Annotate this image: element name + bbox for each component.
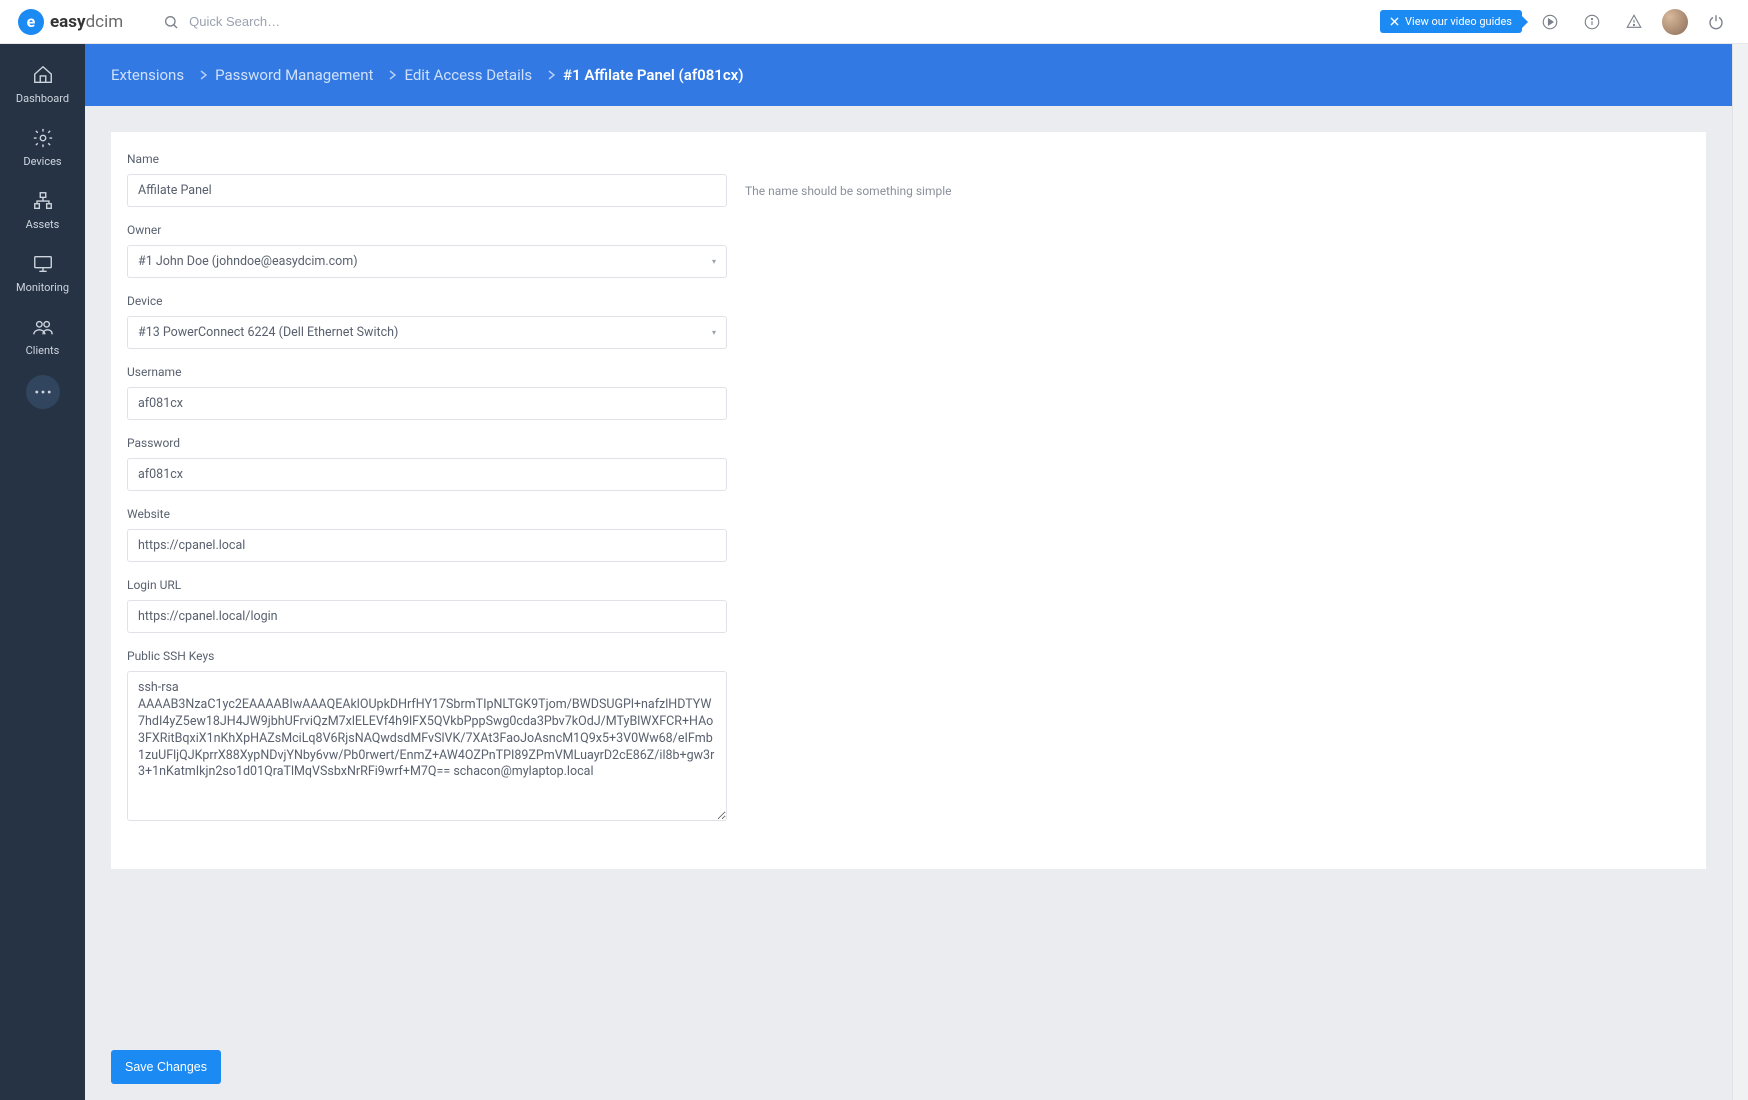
label-device: Device [127,294,1690,308]
label-username: Username [127,365,1690,379]
content: Name The name should be something simple… [85,106,1732,1034]
avatar[interactable] [1662,9,1688,35]
textarea-ssh[interactable] [127,671,727,821]
scrollbar[interactable] [1732,44,1748,1100]
top-right: View our video guides [1380,8,1730,36]
close-small-icon [1390,17,1399,26]
search-icon [163,14,179,30]
main: Extensions Password Management Edit Acce… [85,44,1732,1100]
select-owner[interactable]: #1 John Doe (johndoe@easydcim.com) ▾ [127,245,727,278]
sidebar-item-label: Clients [26,344,60,357]
input-name[interactable] [127,174,727,207]
input-username[interactable] [127,387,727,420]
field-login-url: Login URL [127,578,1690,633]
field-website: Website [127,507,1690,562]
select-device-value: #13 PowerConnect 6224 (Dell Ethernet Swi… [138,325,398,340]
chevron-right-icon [548,70,555,80]
label-ssh: Public SSH Keys [127,649,1690,663]
logo-mark-icon: e [18,9,44,35]
sidebar-item-clients[interactable]: Clients [0,306,85,367]
gear-icon [32,127,54,149]
field-owner: Owner #1 John Doe (johndoe@easydcim.com)… [127,223,1690,278]
field-device: Device #13 PowerConnect 6224 (Dell Ether… [127,294,1690,349]
more-horizontal-icon [35,390,51,394]
label-login-url: Login URL [127,578,1690,592]
sidebar-item-label: Dashboard [16,92,69,105]
caret-down-icon: ▾ [712,328,716,337]
search-input[interactable] [189,14,489,29]
chevron-right-icon [200,70,207,80]
input-website[interactable] [127,529,727,562]
chevron-right-icon [389,70,396,80]
video-guides-label: View our video guides [1405,15,1512,28]
logo[interactable]: e easydcim [18,9,123,35]
field-name: Name The name should be something simple [127,152,1690,207]
alert-triangle-icon[interactable] [1620,8,1648,36]
video-guides-button[interactable]: View our video guides [1380,10,1522,33]
info-circle-icon[interactable] [1578,8,1606,36]
field-username: Username [127,365,1690,420]
sidebar-item-monitoring[interactable]: Monitoring [0,243,85,304]
field-ssh: Public SSH Keys [127,649,1690,825]
crumb-extensions[interactable]: Extensions [111,66,184,84]
label-owner: Owner [127,223,1690,237]
power-icon[interactable] [1702,8,1730,36]
form-card: Name The name should be something simple… [111,132,1706,869]
search[interactable] [163,14,1380,30]
sidebar-item-devices[interactable]: Devices [0,117,85,178]
breadcrumb: Extensions Password Management Edit Acce… [85,44,1732,106]
save-button[interactable]: Save Changes [111,1050,221,1084]
select-device[interactable]: #13 PowerConnect 6224 (Dell Ethernet Swi… [127,316,727,349]
logo-bold: easy [50,12,86,32]
crumb-edit-access-details[interactable]: Edit Access Details [404,66,532,84]
users-icon [32,316,54,338]
caret-down-icon: ▾ [712,257,716,266]
monitor-icon [32,253,54,275]
input-login-url[interactable] [127,600,727,633]
select-owner-value: #1 John Doe (johndoe@easydcim.com) [138,254,358,269]
sitemap-icon [32,190,54,212]
label-password: Password [127,436,1690,450]
crumb-current: #1 Affilate Panel (af081cx) [563,66,743,84]
sidebar-item-label: Devices [23,155,61,168]
sidebar-item-assets[interactable]: Assets [0,180,85,241]
input-password[interactable] [127,458,727,491]
sidebar-item-label: Assets [26,218,60,231]
play-circle-icon[interactable] [1536,8,1564,36]
footer-actions: Save Changes [85,1034,1732,1100]
sidebar-more-button[interactable] [26,375,60,409]
logo-text: easydcim [50,12,123,32]
sidebar-item-dashboard[interactable]: Dashboard [0,54,85,115]
logo-thin: dcim [86,12,124,32]
sidebar: Dashboard Devices Assets Monitoring Clie… [0,44,85,1100]
crumb-password-management[interactable]: Password Management [215,66,373,84]
label-name: Name [127,152,1690,166]
hint-name: The name should be something simple [745,184,952,198]
field-password: Password [127,436,1690,491]
sidebar-item-label: Monitoring [16,281,69,294]
label-website: Website [127,507,1690,521]
home-icon [32,64,54,86]
topbar: e easydcim View our video guides [0,0,1748,44]
